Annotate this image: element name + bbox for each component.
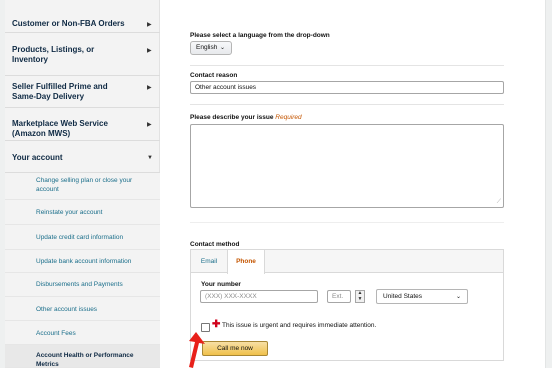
section-divider: [190, 65, 504, 66]
language-value: English: [196, 44, 218, 51]
your-number-label: Your number: [201, 281, 241, 288]
call-me-now-button[interactable]: Call me now: [202, 341, 268, 356]
describe-issue-text: Please describe your issue: [190, 114, 274, 121]
contact-reason-field[interactable]: Other account issues: [190, 81, 504, 94]
required-marker: Required: [275, 114, 302, 121]
sidebar-subitem-label: Account Fees: [36, 330, 76, 337]
tab-phone[interactable]: Phone: [227, 250, 265, 274]
sidebar-subitem-label: Update credit card information: [36, 234, 124, 241]
describe-issue-label: Please describe your issue Required: [190, 114, 302, 121]
phone-placeholder: (XXX) XXX-XXXX: [205, 293, 257, 300]
sidebar-item-label: Products, Listings, or Inventory: [12, 45, 95, 64]
sidebar-item-products-listings[interactable]: Products, Listings, or Inventory ▶: [5, 33, 160, 76]
chevron-right-icon: ▶: [147, 122, 152, 128]
sidebar-subitem-update-bank-account[interactable]: Update bank account information: [5, 250, 160, 273]
sidebar-item-label: Marketplace Web Service (Amazon MWS): [12, 119, 108, 138]
chevron-down-icon: ⌄: [219, 45, 225, 51]
sidebar-subitem-label: Reinstate your account: [36, 209, 103, 216]
resize-handle-icon[interactable]: ⟋: [497, 199, 501, 206]
sidebar-subitem-label: Change selling plan or close your accoun…: [36, 177, 133, 193]
sidebar-item-seller-fulfilled-prime[interactable]: Seller Fulfilled Prime and Same-Day Deli…: [5, 76, 160, 108]
language-label: Please select a language from the drop-d…: [190, 32, 330, 39]
sidebar-subitem-label: Account Health or Performance Metrics: [36, 352, 134, 368]
issue-description-textarea[interactable]: ⟋: [190, 124, 504, 208]
sidebar-item-your-account[interactable]: Your account ▼: [5, 141, 160, 173]
sidebar-subitem-label: Other account issues: [36, 306, 98, 313]
sidebar-subitem-label: Update bank account information: [36, 258, 132, 265]
sidebar-item-label: Seller Fulfilled Prime and Same-Day Deli…: [12, 82, 108, 101]
sidebar-subitem-other-account-issues[interactable]: Other account issues: [5, 297, 160, 321]
red-cross-icon: ✚: [212, 319, 221, 330]
sidebar-item-label: Your account: [12, 153, 63, 162]
chevron-down-icon: ⌄: [455, 294, 461, 300]
chevron-right-icon: ▶: [147, 22, 152, 28]
sidebar-subitem-account-health[interactable]: Account Health or Performance Metrics: [5, 345, 160, 368]
sidebar-subitem-update-credit-card[interactable]: Update credit card information: [5, 225, 160, 250]
sidebar-item-customer-orders[interactable]: Customer or Non-FBA Orders ▶: [5, 0, 160, 33]
language-dropdown[interactable]: English ⌄: [190, 41, 232, 55]
sidebar-subitem-change-selling-plan[interactable]: Change selling plan or close your accoun…: [5, 173, 160, 200]
extension-stepper[interactable]: ▲ ▼: [355, 290, 365, 303]
section-divider: [190, 104, 504, 105]
extension-input[interactable]: Ext.: [327, 290, 351, 303]
country-value: United States: [383, 293, 423, 300]
sidebar-item-label: Customer or Non-FBA Orders: [12, 19, 125, 28]
sidebar-subitem-disbursements[interactable]: Disbursements and Payments: [5, 273, 160, 297]
window-right-border: [545, 0, 552, 368]
phone-number-input[interactable]: (XXX) XXX-XXXX: [200, 290, 318, 303]
chevron-right-icon: ▶: [147, 85, 152, 91]
chevron-right-icon: ▶: [147, 48, 152, 54]
sidebar-item-marketplace-web-service[interactable]: Marketplace Web Service (Amazon MWS) ▶: [5, 108, 160, 141]
tab-email[interactable]: Email: [191, 250, 227, 273]
help-sidebar: Customer or Non-FBA Orders ▶ Products, L…: [5, 0, 160, 368]
sidebar-subitem-label: Disbursements and Payments: [36, 281, 123, 288]
chevron-down-icon: ▼: [147, 155, 153, 161]
sidebar-subitem-reinstate-account[interactable]: Reinstate your account: [5, 200, 160, 225]
urgent-checkbox-label: This issue is urgent and requires immedi…: [222, 322, 377, 329]
extension-placeholder: Ext.: [332, 293, 344, 300]
sidebar-subitem-account-fees[interactable]: Account Fees: [5, 321, 160, 345]
country-dropdown[interactable]: United States ⌄: [376, 289, 468, 304]
section-divider: [190, 222, 504, 223]
red-arrow-annotation: [189, 332, 205, 368]
contact-method-label: Contact method: [190, 241, 240, 248]
contact-method-tabbar: Email Phone: [191, 250, 503, 274]
contact-reason-label: Contact reason: [190, 72, 238, 79]
